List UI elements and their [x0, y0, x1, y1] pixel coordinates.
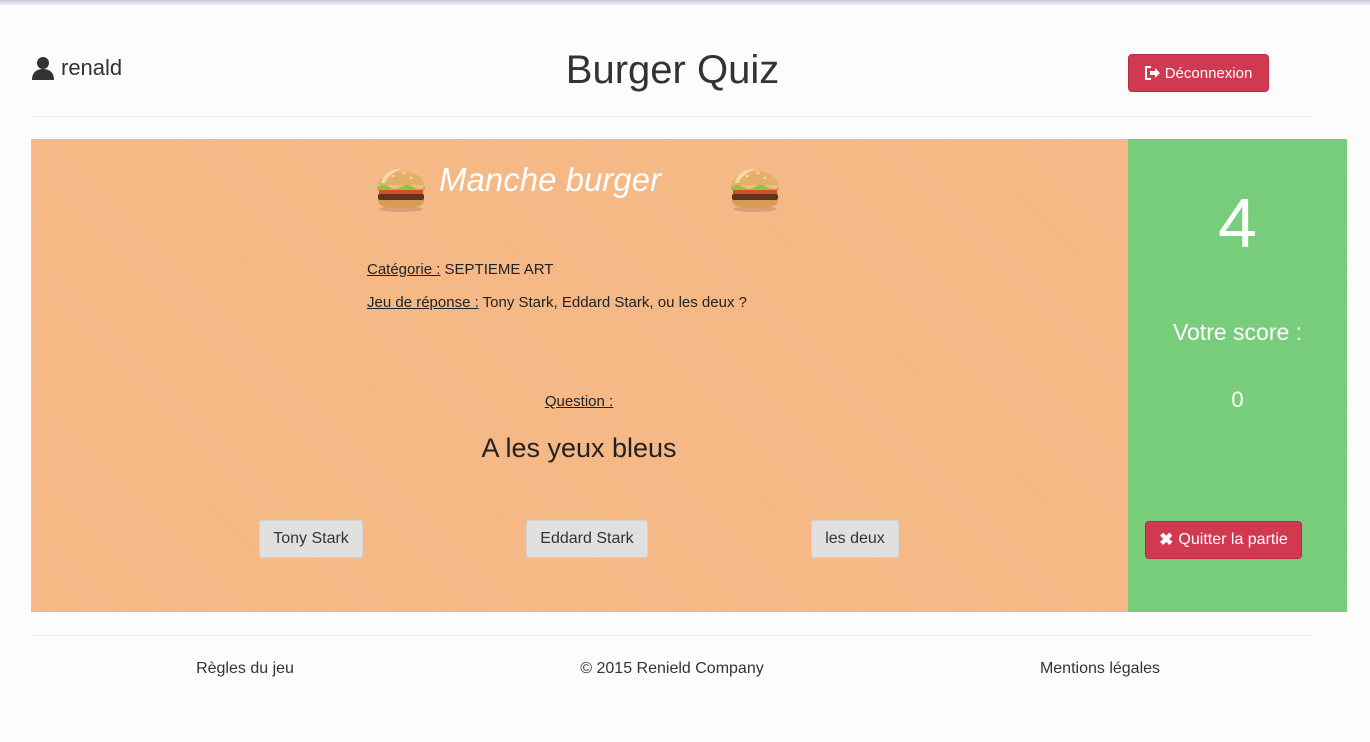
- footer-rules-link[interactable]: Règles du jeu: [145, 660, 345, 678]
- category-line: Catégorie : SEPTIEME ART: [367, 261, 553, 278]
- answerset-line: Jeu de réponse : Tony Stark, Eddard Star…: [367, 294, 747, 311]
- countdown-timer: 4: [1218, 184, 1257, 262]
- score-value: 0: [1231, 387, 1244, 412]
- header-divider: [31, 116, 1313, 117]
- close-icon: ✖: [1159, 530, 1174, 549]
- answer-button-tony-stark[interactable]: Tony Stark: [259, 520, 363, 558]
- footer-legal-link[interactable]: Mentions légales: [1000, 660, 1200, 678]
- footer-divider: [31, 635, 1313, 636]
- question-label: Question :: [544, 393, 614, 410]
- question-text: A les yeux bleus: [481, 433, 677, 463]
- quit-game-button[interactable]: ✖ Quitter la partie: [1145, 521, 1302, 559]
- score-label: Votre score :: [1172, 319, 1303, 345]
- round-title: Manche burger: [439, 161, 661, 198]
- sign-out-icon: [1144, 66, 1160, 80]
- answer-button-les-deux[interactable]: les deux: [811, 520, 899, 558]
- quit-label: Quitter la partie: [1178, 531, 1288, 548]
- category-label: Catégorie :: [367, 261, 441, 278]
- logout-label: Déconnexion: [1164, 64, 1253, 82]
- answerset-label: Jeu de réponse :: [367, 294, 479, 311]
- answer-button-eddard-stark[interactable]: Eddard Stark: [526, 520, 648, 558]
- burger-icon: [731, 168, 779, 212]
- window-top-border: [0, 0, 1370, 5]
- category-value: SEPTIEME ART: [444, 261, 554, 278]
- logout-button[interactable]: Déconnexion: [1128, 54, 1269, 92]
- footer-copyright: © 2015 Renield Company: [580, 660, 764, 677]
- answerset-value: Tony Stark, Eddard Stark, ou les deux ?: [482, 294, 747, 311]
